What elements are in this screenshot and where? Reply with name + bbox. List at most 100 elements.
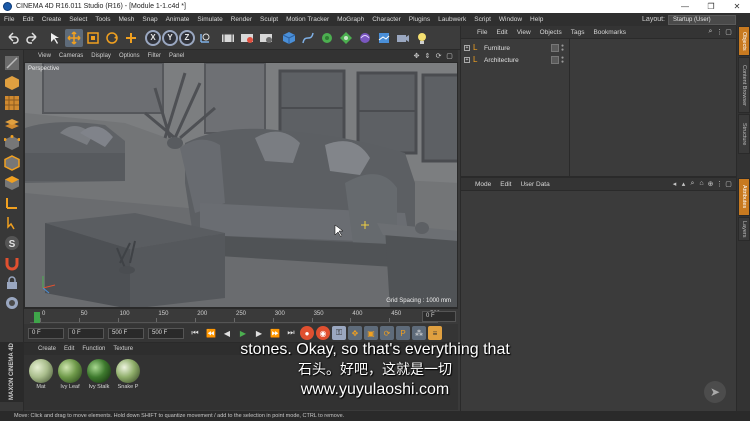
material-menu-create[interactable]: Create (38, 346, 56, 352)
material-menu-function[interactable]: Function (82, 346, 105, 352)
viewport-rotate-icon[interactable]: ⟳ (434, 52, 443, 61)
move-tool-icon[interactable] (65, 28, 83, 47)
coordinate-system-icon[interactable] (196, 29, 214, 47)
object-menu-file[interactable]: File (477, 29, 487, 36)
new-manager-icon[interactable]: ⊕ (706, 180, 715, 188)
object-menu-objects[interactable]: Objects (540, 29, 562, 36)
viewport-zoom-icon[interactable]: ⇕ (423, 52, 432, 61)
next-key-icon[interactable]: ⏩ (268, 326, 282, 340)
parameter-key-icon[interactable]: P (396, 326, 410, 340)
viewport-menu-display[interactable]: Display (91, 53, 111, 59)
tab-layers[interactable]: Layers (738, 217, 750, 241)
object-row-architecture[interactable]: + L Architecture ● ● (461, 54, 737, 66)
preview-max-field[interactable]: 500 F (108, 327, 144, 339)
render-picture-viewer-icon[interactable] (238, 29, 256, 47)
go-to-start-icon[interactable]: ⏮ (188, 326, 202, 340)
tab-attributes[interactable]: Attributes (738, 178, 750, 216)
viewport-menu-filter[interactable]: Filter (148, 53, 161, 59)
end-frame-field[interactable]: 500 F (148, 327, 184, 339)
environment-icon[interactable] (375, 29, 393, 47)
visibility-dots-icon[interactable]: ● ● (561, 44, 564, 53)
go-to-end-icon[interactable]: ⏭ (284, 326, 298, 340)
viewport-move-icon[interactable]: ✥ (412, 52, 421, 61)
x-axis-lock-button[interactable]: X (145, 29, 161, 46)
menu-tools[interactable]: Tools (95, 16, 110, 23)
menu-plugins[interactable]: Plugins (409, 16, 430, 23)
current-frame-field[interactable]: 0 F (422, 311, 456, 322)
material-swatch[interactable]: Mat (28, 359, 54, 390)
menu-script[interactable]: Script (474, 16, 491, 23)
perspective-viewport[interactable]: Perspective Grid Spacing : 1000 mm (24, 62, 458, 308)
model-mode-icon[interactable] (3, 74, 21, 92)
material-menu-texture[interactable]: Texture (113, 346, 133, 352)
light-icon[interactable] (413, 29, 431, 47)
edges-mode-icon[interactable] (3, 154, 21, 172)
expand-toggle-icon[interactable]: + (464, 57, 470, 63)
viewport-maximize-icon[interactable]: ▢ (445, 52, 454, 61)
menu-edit[interactable]: Edit (22, 16, 33, 23)
preview-min-field[interactable]: 0 F (68, 327, 104, 339)
minimize-button[interactable]: — (672, 2, 698, 11)
snapping-icon[interactable]: S (3, 234, 21, 252)
attribute-menu-edit[interactable]: Edit (500, 181, 511, 188)
object-name[interactable]: Furniture (484, 45, 544, 52)
solo-mode-icon[interactable] (3, 294, 21, 312)
redo-icon[interactable] (23, 29, 41, 47)
tab-objects[interactable]: Objects (738, 26, 750, 56)
start-frame-field[interactable]: 0 F (28, 327, 64, 339)
point-level-animation-icon[interactable]: ⁂ (412, 326, 426, 340)
tab-structure[interactable]: Structure (738, 114, 750, 154)
menu-character[interactable]: Character (372, 16, 401, 23)
timeline-window-icon[interactable]: ≡ (428, 326, 442, 340)
object-menu-view[interactable]: View (517, 29, 531, 36)
autokeying-icon[interactable]: ◉ (316, 326, 330, 340)
restore-button[interactable]: ❐ (698, 2, 724, 11)
object-search-icon[interactable]: ⌕ (706, 28, 715, 36)
viewport-menu-view[interactable]: View (38, 53, 51, 59)
texture-mode-icon[interactable] (3, 94, 21, 112)
scale-key-icon[interactable]: ▣ (364, 326, 378, 340)
object-manager-column-divider[interactable] (569, 39, 570, 176)
object-menu-bookmarks[interactable]: Bookmarks (593, 29, 626, 36)
menu-select[interactable]: Select (69, 16, 87, 23)
panel-expand-icon[interactable]: ▢ (724, 180, 733, 188)
material-swatch[interactable]: Ivy Stalk (86, 359, 112, 390)
menu-help[interactable]: Help (530, 16, 543, 23)
layer-color-icon[interactable] (551, 44, 559, 52)
search-icon[interactable]: ⌕ (688, 180, 697, 188)
visibility-dots-icon[interactable]: ● ● (561, 56, 564, 65)
y-axis-lock-button[interactable]: Y (162, 29, 178, 46)
menu-snap[interactable]: Snap (142, 16, 157, 23)
menu-animate[interactable]: Animate (166, 16, 190, 23)
keyframe-selection-icon[interactable]: ⚿ (332, 326, 346, 340)
menu-create[interactable]: Create (42, 16, 62, 23)
subdivision-surface-icon[interactable] (318, 29, 336, 47)
layer-color-icon[interactable] (551, 56, 559, 64)
menu-window[interactable]: Window (499, 16, 522, 23)
rotate-tool-icon[interactable] (103, 29, 121, 47)
points-mode-icon[interactable] (3, 134, 21, 152)
object-panel-options-icon[interactable]: ⋮ (715, 28, 724, 36)
cloner-icon[interactable] (337, 29, 355, 47)
menu-laubwerk[interactable]: Laubwerk (438, 16, 466, 23)
previous-frame-icon[interactable]: ◀ (220, 326, 234, 340)
menu-render[interactable]: Render (231, 16, 252, 23)
render-view-icon[interactable] (219, 29, 237, 47)
deformer-icon[interactable] (356, 29, 374, 47)
previous-key-icon[interactable]: ⏪ (204, 326, 218, 340)
position-key-icon[interactable]: ✥ (348, 326, 362, 340)
render-settings-icon[interactable] (257, 29, 275, 47)
undo-icon[interactable] (4, 29, 22, 47)
workplane-mode-icon[interactable] (3, 114, 21, 132)
expand-toggle-icon[interactable]: + (464, 45, 470, 51)
menu-file[interactable]: File (4, 16, 14, 23)
attribute-menu-user-data[interactable]: User Data (520, 181, 549, 188)
camera-icon[interactable] (394, 29, 412, 47)
object-menu-tags[interactable]: Tags (571, 29, 585, 36)
menu-simulate[interactable]: Simulate (197, 16, 222, 23)
scale-tool-icon[interactable] (84, 29, 102, 47)
timeline-ruler[interactable]: 050100150200250300350400450500 0 F (24, 308, 458, 324)
help-arrow-icon[interactable]: ➤ (704, 381, 726, 403)
menu-sculpt[interactable]: Sculpt (260, 16, 278, 23)
record-active-objects-icon[interactable]: ● (300, 326, 314, 340)
